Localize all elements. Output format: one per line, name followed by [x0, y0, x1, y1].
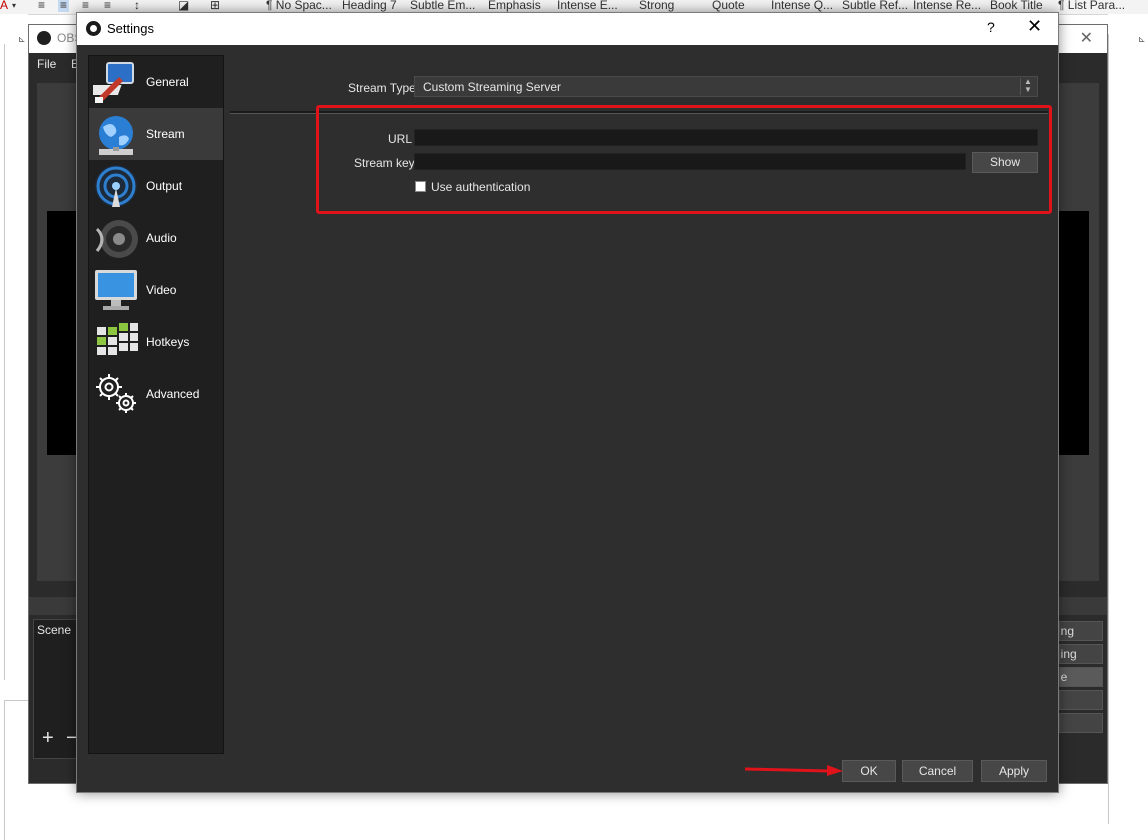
red-highlight-annotation: [316, 105, 1052, 214]
sidebar-item-label: Output: [146, 179, 183, 193]
speaker-icon: [95, 220, 138, 258]
align-center-icon[interactable]: ≡: [58, 0, 70, 12]
shading-icon[interactable]: ◪: [178, 0, 189, 12]
obs-logo-icon: [86, 21, 101, 36]
settings-sidebar: General Stream Output Audio Video Hotkey…: [88, 55, 224, 754]
word-document-left-margin: ⊾: [0, 14, 28, 840]
style-emphasis[interactable]: Emphasis: [488, 0, 541, 12]
style-quote[interactable]: Quote: [712, 0, 745, 12]
style-strong[interactable]: Strong: [639, 0, 674, 12]
sidebar-item-advanced[interactable]: Advanced: [89, 368, 223, 420]
stream-globe-icon: [99, 116, 133, 155]
settings-button[interactable]: [1059, 690, 1103, 710]
sidebar-item-output[interactable]: Output: [89, 160, 223, 212]
style-no-spacing[interactable]: ¶ No Spac...: [266, 0, 332, 12]
style-heading-7[interactable]: Heading 7: [342, 0, 397, 12]
stream-type-select[interactable]: Custom Streaming Server ▲ ▼: [414, 76, 1038, 97]
stream-settings-panel: Stream Type Custom Streaming Server ▲ ▼ U…: [224, 45, 1058, 760]
style-intense-emphasis[interactable]: Intense E...: [557, 0, 618, 12]
align-left-icon[interactable]: ≡: [38, 0, 45, 12]
settings-dialog: Settings ? ✕ General Stream Output Audio…: [76, 12, 1059, 793]
close-button[interactable]: ✕: [1027, 16, 1042, 37]
obs-close-icon[interactable]: ✕: [1080, 28, 1093, 48]
help-button[interactable]: ?: [987, 19, 995, 35]
cancel-button[interactable]: Cancel: [902, 760, 973, 782]
settings-title: Settings: [107, 21, 154, 36]
sidebar-item-label: Video: [146, 283, 177, 297]
style-book-title[interactable]: Book Title: [990, 0, 1043, 12]
settings-titlebar: Settings ? ✕: [77, 13, 1058, 45]
sidebar-item-video[interactable]: Video: [89, 264, 223, 316]
updown-arrows-icon: ▲ ▼: [1020, 78, 1035, 95]
stream-type-value: Custom Streaming Server: [423, 80, 562, 94]
apply-button[interactable]: Apply: [981, 760, 1047, 782]
sidebar-item-label: Stream: [146, 127, 185, 141]
style-subtle-emphasis[interactable]: Subtle Em...: [410, 0, 475, 12]
gears-icon: [96, 374, 136, 413]
sidebar-item-label: Audio: [146, 231, 177, 245]
monitor-icon: [95, 270, 137, 310]
add-scene-icon[interactable]: +: [42, 728, 54, 748]
sidebar-item-label: Advanced: [146, 387, 200, 401]
dialog-launcher-icon[interactable]: ⊾: [18, 34, 26, 45]
obs-logo-icon: [37, 31, 51, 45]
sidebar-item-label: Hotkeys: [146, 335, 190, 349]
menu-file[interactable]: File: [37, 57, 56, 71]
output-broadcast-icon: [95, 165, 137, 207]
start-streaming-button[interactable]: ing: [1059, 621, 1103, 641]
dropdown-arrow-icon[interactable]: ▾: [12, 1, 16, 10]
keyboard-icon: [97, 323, 138, 355]
align-right-icon[interactable]: ≡: [82, 0, 89, 12]
justify-icon[interactable]: ≡: [104, 0, 111, 12]
dialog-launcher-icon[interactable]: ⊾: [1138, 34, 1146, 45]
borders-icon[interactable]: ⊞: [210, 0, 220, 12]
sidebar-item-audio[interactable]: Audio: [89, 212, 223, 264]
obs-scenes-panel: Scene + −: [33, 619, 81, 759]
style-list-paragraph[interactable]: ¶ List Para...: [1058, 0, 1125, 12]
word-document-right-margin: ⊾: [1108, 14, 1148, 824]
line-spacing-icon[interactable]: ↕: [134, 0, 140, 12]
ok-button[interactable]: OK: [842, 760, 896, 782]
sidebar-item-stream[interactable]: Stream: [89, 108, 223, 160]
style-intense-reference[interactable]: Intense Re...: [913, 0, 981, 12]
start-recording-button[interactable]: ling: [1059, 644, 1103, 664]
exit-button[interactable]: [1059, 713, 1103, 733]
sidebar-item-label: General: [146, 75, 189, 89]
font-color-icon[interactable]: A: [0, 0, 8, 12]
scenes-header: Scene: [37, 623, 72, 637]
style-subtle-reference[interactable]: Subtle Ref...: [842, 0, 908, 12]
general-icon: [93, 62, 134, 103]
style-intense-quote[interactable]: Intense Q...: [771, 0, 833, 12]
sidebar-item-hotkeys[interactable]: Hotkeys: [89, 316, 223, 368]
stream-type-label: Stream Type: [348, 81, 416, 95]
red-arrow-annotation-icon: [745, 765, 843, 776]
sidebar-item-general[interactable]: General: [89, 56, 223, 108]
studio-mode-button[interactable]: le: [1059, 667, 1103, 687]
